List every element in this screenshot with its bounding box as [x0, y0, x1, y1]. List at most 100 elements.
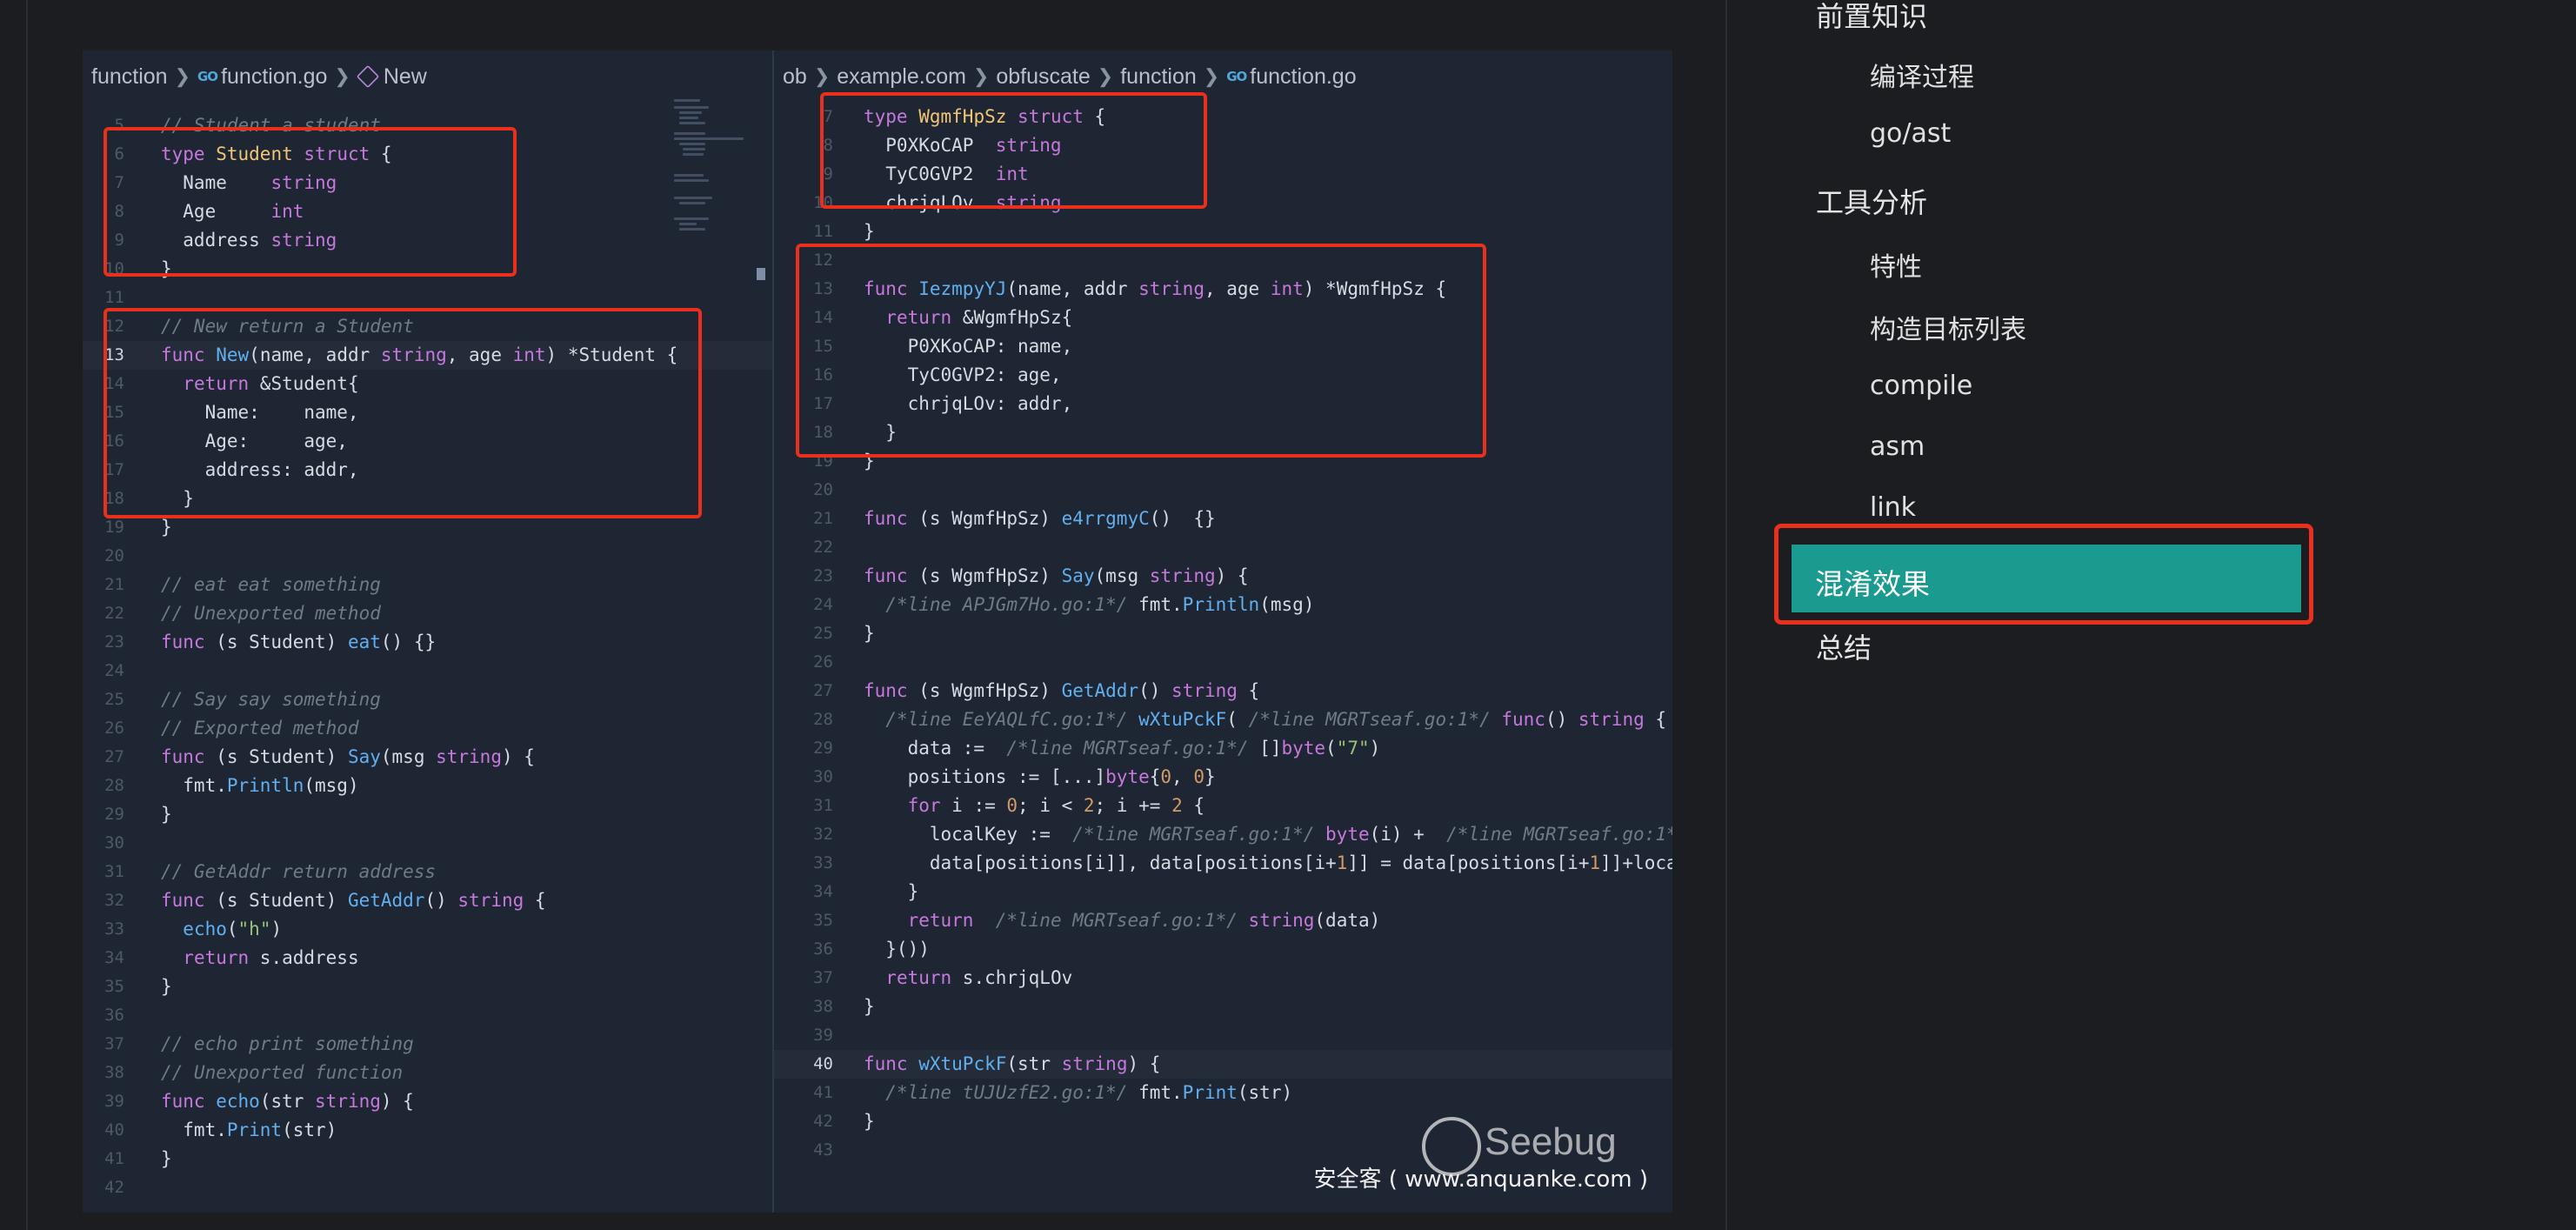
code-line[interactable]: 20	[83, 542, 772, 571]
code-line[interactable]: 32 localKey := /*line MGRTseaf.go:1*/ by…	[774, 820, 1672, 849]
line-number: 37	[104, 1034, 124, 1053]
code-line[interactable]: 20	[774, 476, 1672, 505]
code-line[interactable]: 35 return /*line MGRTseaf.go:1*/ string(…	[774, 906, 1672, 935]
breadcrumb-folder[interactable]: function	[91, 59, 168, 94]
highlight-box-constructor	[103, 308, 702, 518]
code-line[interactable]: 41}	[83, 1145, 772, 1173]
breadcrumb-segment[interactable]: ob	[783, 59, 807, 94]
code-text: /*line EeYAQLfC.go:1*/ wXtuPckF( /*line …	[885, 709, 1667, 730]
toc-item[interactable]: link	[1870, 492, 1916, 523]
code-line[interactable]: 23 func (s WgmfHpSz) Say(msg string) {	[774, 562, 1672, 591]
toc-item[interactable]: 总结	[1816, 626, 1872, 666]
toc-item[interactable]: asm	[1870, 431, 1925, 462]
code-line[interactable]: 22 // Unexported method	[83, 599, 772, 628]
code-line[interactable]: 30	[83, 829, 772, 858]
watermark-caption: 安全客 ( www.anquanke.com )	[1313, 1166, 1648, 1193]
code-line[interactable]: 34 return s.address	[83, 944, 772, 973]
code-line[interactable]: 22	[774, 533, 1672, 562]
breadcrumb: ob ❯ example.com ❯ obfuscate ❯ function …	[783, 59, 1357, 94]
code-line[interactable]: 40 func wXtuPckF(str string) {	[774, 1050, 1672, 1079]
code-line[interactable]: 38}	[774, 993, 1672, 1021]
code-line[interactable]: 38 // Unexported function	[83, 1059, 772, 1087]
line-number: 22	[813, 538, 833, 557]
toc-item[interactable]: compile	[1870, 371, 1972, 401]
line-number: 32	[104, 891, 124, 910]
watermark: Seebug 安全客 ( www.anquanke.com )	[1314, 1117, 1648, 1193]
code-text: return /*line MGRTseaf.go:1*/ string(dat…	[907, 910, 1381, 931]
line-number: 24	[104, 661, 124, 680]
code-line[interactable]: 42	[83, 1173, 772, 1202]
code-text: localKey := /*line MGRTseaf.go:1*/ byte(…	[864, 824, 1672, 845]
code-line[interactable]: 21 func (s WgmfHpSz) e4rrgmyC() {}	[774, 505, 1672, 533]
line-number: 38	[104, 1063, 124, 1082]
code-line[interactable]: 31 // GetAddr return address	[83, 858, 772, 886]
code-text: /*line APJGm7Ho.go:1*/ fmt.Println(msg)	[885, 594, 1315, 615]
line-number: 40	[104, 1120, 124, 1140]
line-number: 34	[813, 882, 833, 901]
code-text: data := /*line MGRTseaf.go:1*/ []byte("7…	[864, 738, 1381, 759]
toc-item[interactable]: 工具分析	[1816, 181, 1927, 221]
code-line[interactable]: 29 data := /*line MGRTseaf.go:1*/ []byte…	[774, 734, 1672, 763]
toc-item[interactable]: 编译过程	[1870, 56, 1974, 94]
breadcrumb-segment[interactable]: obfuscate	[996, 59, 1090, 94]
toc-item[interactable]: 构造目标列表	[1870, 308, 2026, 346]
code-line[interactable]: 28 fmt.Println(msg)	[83, 772, 772, 800]
code-line[interactable]: 21 // eat eat something	[83, 571, 772, 599]
code-text: positions := [...]byte{0, 0}	[864, 766, 1216, 787]
code-line[interactable]: 30 positions := [...]byte{0, 0}	[774, 763, 1672, 792]
code-line[interactable]: 25}	[774, 619, 1672, 648]
code-line[interactable]: 40 fmt.Print(str)	[83, 1116, 772, 1145]
code-line[interactable]: 27 func (s Student) Say(msg string) {	[83, 743, 772, 772]
code-text: func (s Student) eat() {}	[161, 632, 437, 652]
breadcrumb-segment[interactable]: function	[1120, 59, 1197, 94]
toc-item[interactable]: 特性	[1870, 245, 1922, 284]
code-line[interactable]: 32 func (s Student) GetAddr() string {	[83, 886, 772, 915]
line-number: 42	[813, 1112, 833, 1131]
line-number: 32	[813, 825, 833, 844]
code-line[interactable]: 27 func (s WgmfHpSz) GetAddr() string {	[774, 677, 1672, 705]
go-file-icon: GO	[197, 69, 218, 84]
breadcrumb-file[interactable]: function.go	[221, 59, 327, 94]
line-number: 23	[104, 632, 124, 652]
line-number: 36	[813, 939, 833, 959]
code-line[interactable]: 37 // echo print something	[83, 1030, 772, 1059]
code-line[interactable]: 34 }	[774, 878, 1672, 906]
code-text: // Exported method	[161, 718, 359, 739]
code-line[interactable]: 41 /*line tUJUzfE2.go:1*/ fmt.Print(str)	[774, 1079, 1672, 1107]
code-line[interactable]: 23 func (s Student) eat() {}	[83, 628, 772, 657]
toc-item[interactable]: 前置知识	[1816, 0, 1927, 35]
code-line[interactable]: 29}	[83, 800, 772, 829]
code-line[interactable]: 11}	[774, 217, 1672, 246]
code-line[interactable]: 39	[774, 1021, 1672, 1050]
breadcrumb-file[interactable]: function.go	[1250, 59, 1356, 94]
code-text: func (s Student) Say(msg string) {	[161, 746, 535, 767]
code-line[interactable]: 24 /*line APJGm7Ho.go:1*/ fmt.Println(ms…	[774, 591, 1672, 619]
code-line[interactable]: 28 /*line EeYAQLfC.go:1*/ wXtuPckF( /*li…	[774, 705, 1672, 734]
code-text: }	[161, 804, 172, 825]
code-text: data[positions[i]], data[positions[i+1]]…	[864, 852, 1672, 873]
breadcrumb-segment[interactable]: example.com	[837, 59, 966, 94]
chevron-right-icon: ❯	[813, 65, 831, 87]
line-number: 24	[813, 595, 833, 614]
code-line[interactable]: 33 echo("h")	[83, 915, 772, 944]
code-text: func (s WgmfHpSz) Say(msg string) {	[864, 565, 1249, 586]
code-line[interactable]: 25 // Say say something	[83, 685, 772, 714]
code-line[interactable]: 36 }())	[774, 935, 1672, 964]
code-text: fmt.Print(str)	[161, 1120, 337, 1140]
code-line[interactable]: 37 return s.chrjqLOv	[774, 964, 1672, 993]
code-line[interactable]: 33 data[positions[i]], data[positions[i+…	[774, 849, 1672, 878]
code-line[interactable]: 24	[83, 657, 772, 685]
code-line[interactable]: 36	[83, 1001, 772, 1030]
code-line[interactable]: 26 // Exported method	[83, 714, 772, 743]
line-number: 38	[813, 997, 833, 1016]
code-text: // Unexported function	[161, 1062, 404, 1083]
code-line[interactable]: 26	[774, 648, 1672, 677]
code-line[interactable]: 31 for i := 0; i < 2; i += 2 {	[774, 792, 1672, 820]
line-number: 30	[813, 767, 833, 786]
toc-item[interactable]: go/ast	[1870, 118, 1951, 149]
code-text: func echo(str string) {	[161, 1091, 414, 1112]
line-number: 33	[813, 853, 833, 872]
code-line[interactable]: 39 func echo(str string) {	[83, 1087, 772, 1116]
breadcrumb-symbol[interactable]: New	[384, 59, 427, 94]
code-line[interactable]: 35}	[83, 973, 772, 1001]
